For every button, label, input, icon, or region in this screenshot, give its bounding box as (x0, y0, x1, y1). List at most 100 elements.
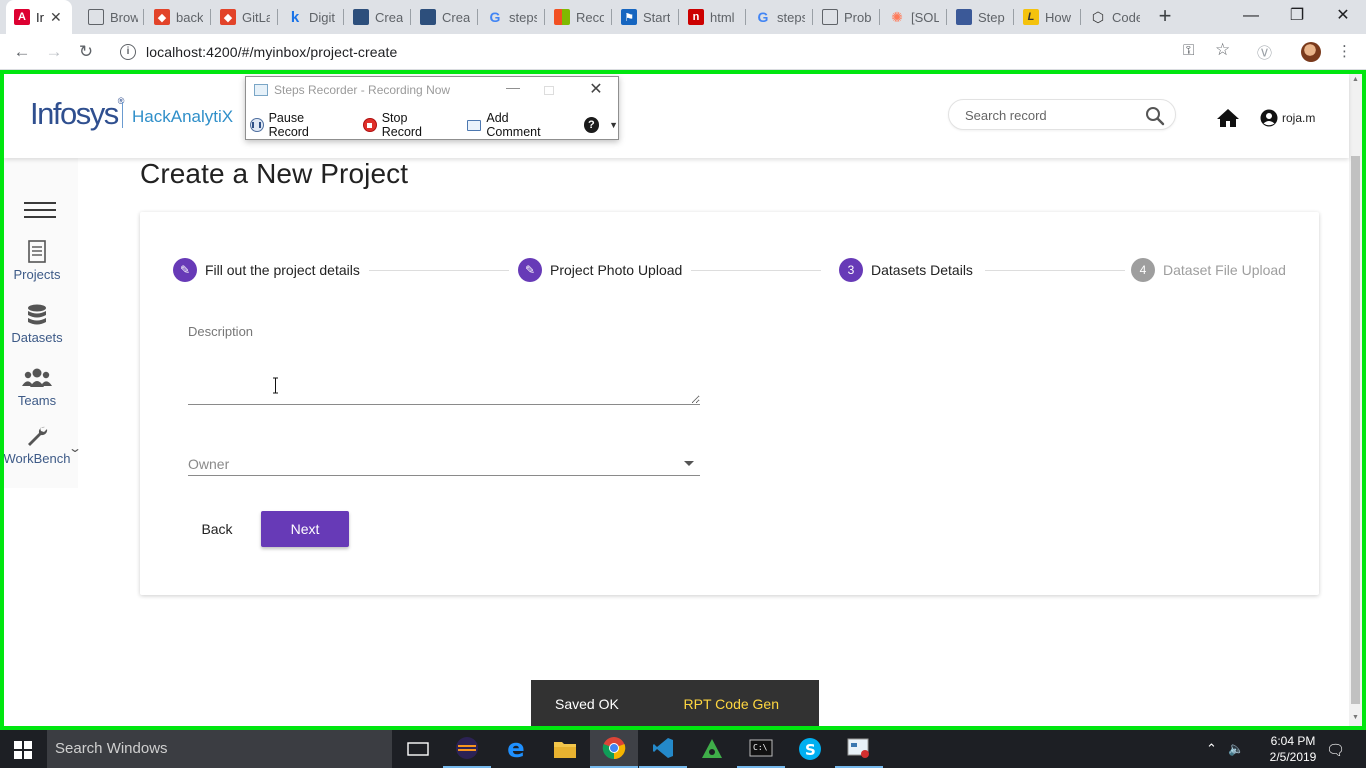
tab[interactable]: ◆ back (146, 0, 208, 34)
tab-separator (611, 9, 612, 25)
url-text[interactable]: localhost:4200/#/myinbox/project-create (146, 44, 397, 60)
help-icon[interactable]: ? (583, 117, 600, 133)
skype-icon[interactable]: S (786, 730, 834, 768)
close-icon[interactable]: ✕ (50, 9, 62, 26)
search-box (948, 99, 1176, 130)
sidebar-item-teams[interactable]: Teams (0, 366, 74, 408)
stop-record-button[interactable]: Stop Record (363, 111, 449, 139)
recorder-app-icon (254, 84, 268, 96)
tab[interactable]: Brow (80, 0, 142, 34)
extension-icon[interactable]: Ⓥ (1257, 42, 1272, 63)
step-photo-upload[interactable]: ✎ Project Photo Upload (518, 258, 682, 282)
minimize-button[interactable]: — (1228, 0, 1274, 34)
taskbar-clock[interactable]: 6:04 PM 2/5/2019 (1253, 733, 1333, 765)
tab-separator (544, 9, 545, 25)
eclipse-icon[interactable] (443, 730, 491, 768)
profile-avatar[interactable] (1301, 42, 1321, 62)
tab-title: Reco (576, 9, 604, 25)
windows-start-icon[interactable] (14, 741, 32, 759)
step-project-details[interactable]: ✎ Fill out the project details (173, 258, 360, 282)
recorder-maximize-button[interactable] (544, 86, 554, 95)
product-name: HackAnalytiX (132, 107, 234, 126)
task-view-icon[interactable] (394, 730, 442, 768)
tab[interactable]: n html (680, 0, 742, 34)
tab[interactable]: Creat (412, 0, 474, 34)
info-icon[interactable]: i (120, 44, 136, 60)
vertical-scrollbar[interactable]: ▲ ▼ (1349, 74, 1362, 726)
tab[interactable]: ◆ GitLa (212, 0, 274, 34)
volume-icon[interactable]: 🔈 (1228, 741, 1244, 757)
sidebar-item-datasets[interactable]: Datasets (0, 303, 74, 345)
address-bar: ← → ↻ i localhost:4200/#/myinbox/project… (0, 34, 1366, 70)
scrollbar-thumb[interactable] (1351, 156, 1360, 704)
document-icon (88, 9, 104, 25)
tab[interactable]: ⬡ Code (1082, 0, 1144, 34)
tab[interactable]: k Digit (279, 0, 341, 34)
terminal-icon[interactable]: C:\ (737, 730, 785, 768)
key-icon[interactable]: ⚿ (1183, 42, 1194, 59)
scroll-up-icon[interactable]: ▲ (1352, 76, 1359, 83)
step-label: Dataset File Upload (1163, 262, 1286, 278)
tab[interactable]: Reco (546, 0, 608, 34)
snackbar-action-button[interactable]: RPT Code Gen (684, 696, 779, 712)
tab-title: Creat (442, 9, 470, 25)
steps-recorder-taskbar-icon[interactable] (835, 730, 883, 768)
tab[interactable]: ✺ [SOL (881, 0, 943, 34)
owner-placeholder: Owner (188, 456, 230, 472)
tab[interactable]: ⚑ Start (613, 0, 675, 34)
close-window-button[interactable]: ✕ (1320, 0, 1366, 34)
edge-icon[interactable]: e (492, 730, 540, 768)
back-arrow-icon[interactable]: ← (10, 40, 34, 64)
tab[interactable]: Step (948, 0, 1010, 34)
tab[interactable]: G steps (479, 0, 541, 34)
restore-button[interactable]: ❐ (1274, 0, 1320, 34)
chrome-icon[interactable] (590, 730, 638, 768)
svg-text:C:\: C:\ (753, 743, 768, 752)
step-label: Datasets Details (871, 262, 973, 278)
scroll-down-icon[interactable]: ▼ (1352, 714, 1359, 721)
reload-icon[interactable]: ↻ (74, 40, 98, 64)
chevron-up-icon[interactable]: ⌃ (1206, 741, 1217, 757)
chevron-down-icon[interactable]: ⌄ (68, 441, 82, 455)
description-field[interactable] (188, 344, 700, 405)
back-button[interactable]: Back (186, 511, 248, 547)
tab-active[interactable]: A Ir ✕ (6, 0, 72, 34)
sidebar-item-projects[interactable]: Projects (0, 240, 74, 282)
star-icon[interactable]: ☆ (1215, 40, 1230, 60)
step-datasets-details[interactable]: 3 Datasets Details (839, 258, 973, 282)
recorder-close-button[interactable]: ✕ (584, 79, 608, 101)
taskbar-search[interactable]: Search Windows (47, 730, 392, 768)
hamburger-menu-icon[interactable] (24, 202, 56, 220)
owner-select[interactable]: Owner (188, 452, 700, 476)
vscode-icon[interactable] (639, 730, 687, 768)
next-button[interactable]: Next (261, 511, 349, 547)
omnibox[interactable]: i localhost:4200/#/myinbox/project-creat… (108, 38, 1248, 66)
windows-taskbar: Search Windows e C:\ S ⌃ 🔈 6:04 PM 2/5/2… (0, 730, 1366, 768)
tab[interactable]: Creat (345, 0, 407, 34)
pause-record-button[interactable]: Pause Record (250, 111, 345, 139)
search-input[interactable] (965, 106, 1135, 124)
caret-down-icon[interactable]: ▼ (609, 120, 618, 130)
user-menu[interactable]: roja.m (1260, 109, 1315, 127)
file-explorer-icon[interactable] (541, 730, 589, 768)
recorder-minimize-button[interactable]: — (498, 79, 528, 101)
menu-dots-icon[interactable]: ⋮ (1337, 42, 1352, 60)
tab[interactable]: L How (1015, 0, 1077, 34)
tab[interactable]: G steps (747, 0, 809, 34)
tab[interactable]: Prob (814, 0, 876, 34)
step-dataset-file-upload[interactable]: 4 Dataset File Upload (1131, 258, 1286, 282)
app-triangle-icon[interactable] (688, 730, 736, 768)
stop-record-label: Stop Record (381, 111, 423, 139)
home-icon[interactable] (1216, 108, 1240, 128)
new-tab-button[interactable]: + (1153, 4, 1177, 28)
window-icon (420, 9, 436, 25)
forward-arrow-icon[interactable]: → (42, 40, 66, 64)
k-icon: k (290, 8, 300, 26)
add-comment-button[interactable]: Add Comment (466, 111, 564, 139)
tab-separator (879, 9, 880, 25)
caret-down-icon (684, 461, 694, 466)
tab-separator (678, 9, 679, 25)
notifications-icon[interactable]: 🗨 (1326, 741, 1345, 759)
sidebar-item-workbench[interactable]: WorkBench (0, 424, 74, 466)
search-icon[interactable] (1145, 106, 1165, 126)
